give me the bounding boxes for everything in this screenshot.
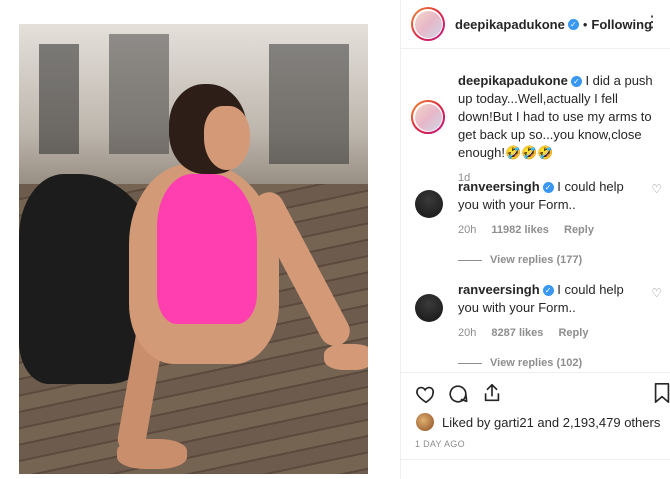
comment-bubble-icon[interactable] [447,383,469,405]
view-replies-label: View replies (177) [490,254,583,266]
post-header: deepikapadukone ✓ • Following ⋮ [401,0,670,49]
commenter-avatar[interactable] [415,190,443,218]
reply-button[interactable]: Reply [558,327,588,339]
add-comment-area[interactable] [401,459,670,478]
caption-text-block: deepikapadukone ✓ I did a push up today..… [458,72,663,162]
divider-line [458,259,482,261]
comment-username[interactable]: ranveersingh [458,179,540,194]
comment-meta: 20h 8287 likes Reply [458,327,648,339]
verified-badge-icon: ✓ [542,285,554,297]
likes-count[interactable]: 2,193,479 others [563,415,661,430]
heart-icon[interactable]: ♡ [651,286,662,300]
pink-sports-bra [157,174,257,324]
following-button[interactable]: Following [591,17,652,32]
follow-separator: • [582,16,588,32]
comment-meta: 20h 11982 likes Reply [458,224,648,236]
like-heart-icon[interactable] [415,383,437,405]
comment-text-block: ranveersingh ✓ I could help you with your… [458,178,648,214]
header-username[interactable]: deepikapadukone [455,17,565,32]
reply-button[interactable]: Reply [564,224,594,236]
post-time-ago: 1 DAY AGO [415,439,465,449]
comment-item: ranveersingh ✓ I could help you with your… [458,281,648,369]
caption-username[interactable]: deepikapadukone [458,73,568,88]
comment-likes[interactable]: 11982 likes [491,224,549,236]
verified-badge-icon: ✓ [570,76,582,88]
view-replies-button[interactable]: View replies (177) [458,254,648,266]
liker-avatar[interactable] [416,413,434,431]
likes-summary: Liked by garti21 and 2,193,479 others [416,413,660,431]
comment-likes[interactable]: 8287 likes [491,327,543,339]
woman-left-hand [117,439,187,469]
comment-time: 20h [458,224,477,236]
woman-right-hand [324,344,368,370]
heart-icon[interactable]: ♡ [651,182,662,196]
share-icon[interactable] [481,382,503,404]
bookmark-icon[interactable] [653,382,670,404]
post-photo[interactable] [19,24,368,474]
post-side-panel: deepikapadukone ✓ • Following ⋮ deepikap… [400,0,670,479]
divider-line [458,362,482,364]
comment-text-block: ranveersingh ✓ I could help you with your… [458,281,648,317]
view-replies-label: View replies (102) [490,357,583,369]
liked-by-prefix: Liked by [442,414,491,430]
caption: deepikapadukone ✓ I did a push up today..… [458,72,663,184]
post-actions: Liked by garti21 and 2,193,479 others 1 … [401,372,670,477]
verified-badge-icon: ✓ [567,18,579,30]
commenter-avatar[interactable] [415,294,443,322]
comment-time: 20h [458,327,477,339]
liked-by-and: and [537,414,560,430]
woman-face [204,106,250,170]
instagram-post-frame: deepikapadukone ✓ • Following ⋮ deepikap… [0,0,670,479]
more-dots-icon[interactable]: ⋮ [644,12,661,32]
view-replies-button[interactable]: View replies (102) [458,357,648,369]
caption-avatar[interactable] [411,100,445,134]
profile-avatar[interactable] [411,7,445,41]
verified-badge-icon: ✓ [542,182,554,194]
liked-by-user[interactable]: garti21 [494,415,534,430]
comment-username[interactable]: ranveersingh [458,282,540,297]
comment-item: ranveersingh ✓ I could help you with your… [458,178,648,266]
